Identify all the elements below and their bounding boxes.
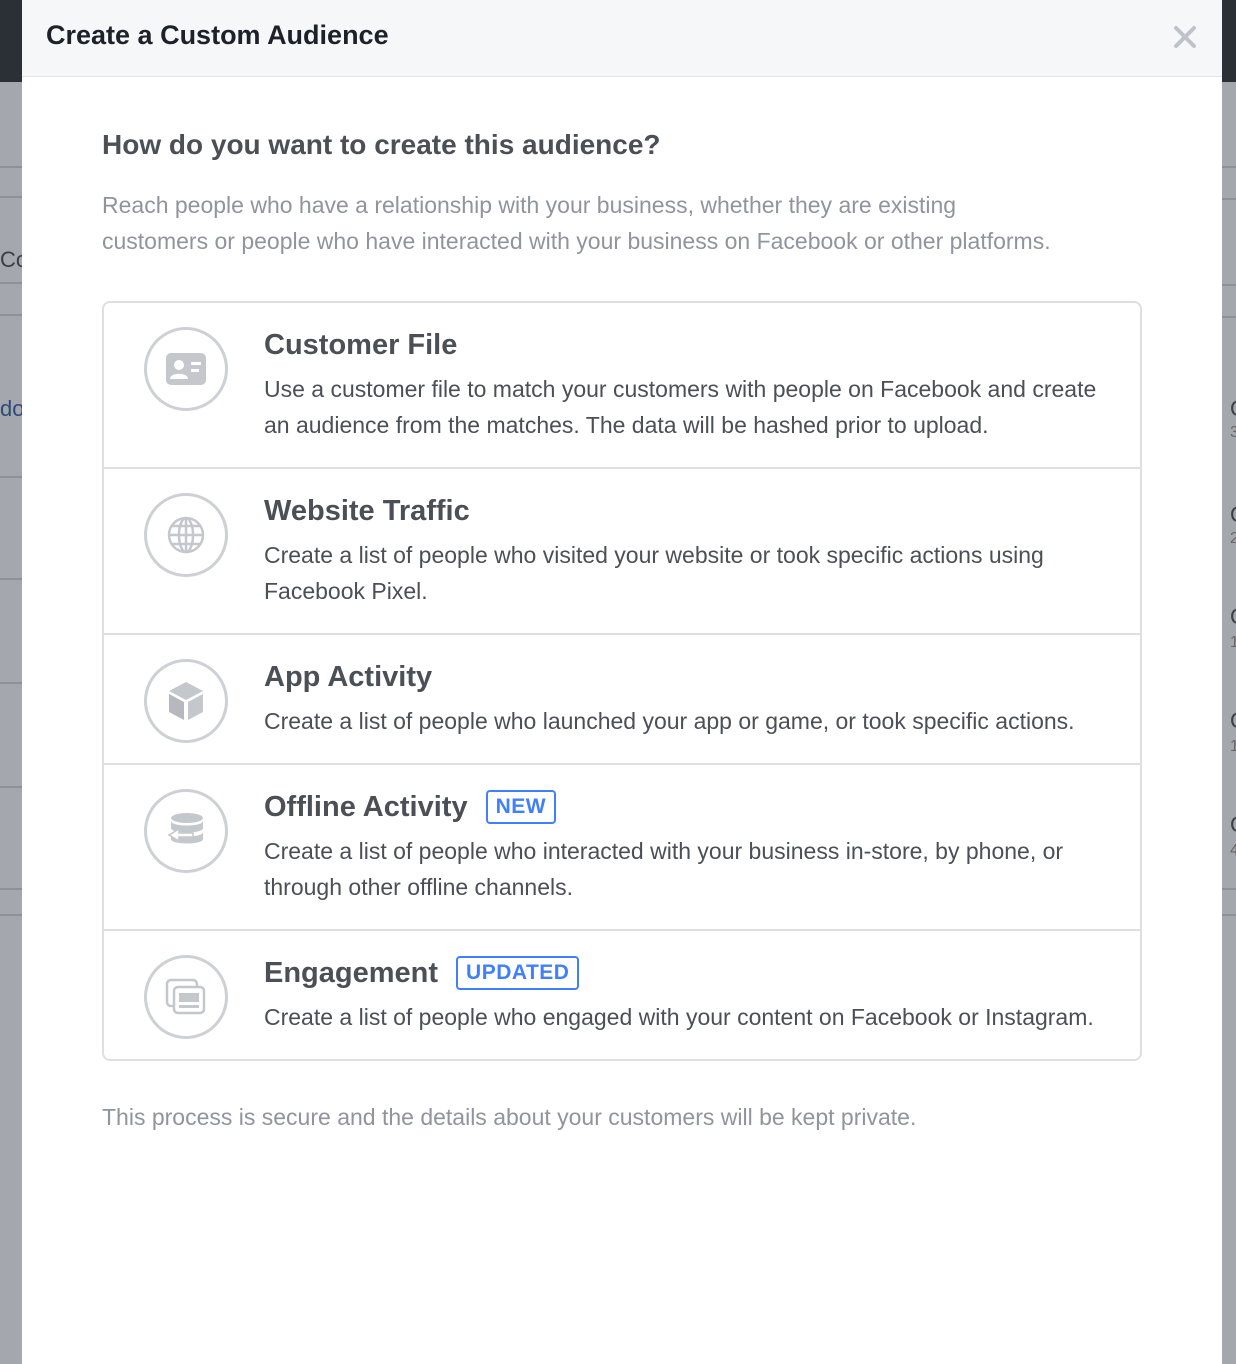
option-description: Create a list of people who interacted w… — [264, 838, 1064, 900]
background-text-fragment: C — [1230, 708, 1236, 734]
audience-type-list: Customer File Use a customer file to mat… — [102, 301, 1142, 1061]
new-badge: NEW — [485, 790, 557, 824]
option-title: Customer File — [264, 329, 458, 361]
option-customer-file[interactable]: Customer File Use a customer file to mat… — [104, 303, 1140, 467]
dialog-title: Create a Custom Audience — [46, 20, 389, 50]
background-text-fragment: C — [1230, 812, 1236, 838]
option-app-activity[interactable]: App Activity Create a list of people who… — [104, 633, 1140, 763]
globe-icon — [144, 493, 228, 577]
option-description: Create a list of people who visited your… — [264, 542, 1044, 604]
dialog-description: Reach people who have a relationship wit… — [102, 192, 1051, 254]
background-link-fragment: do — [0, 396, 25, 421]
option-description: Use a customer file to match your custom… — [264, 376, 1097, 438]
option-offline-activity[interactable]: Offline Activity NEW Create a list of pe… — [104, 763, 1140, 929]
option-title: Website Traffic — [264, 495, 470, 527]
option-website-traffic[interactable]: Website Traffic Create a list of people … — [104, 467, 1140, 633]
background-text-fragment: 1 — [1230, 634, 1236, 651]
background-left-strip: Co do — [0, 82, 28, 1364]
contact-card-icon — [144, 327, 228, 411]
option-title: Offline Activity — [264, 791, 468, 823]
background-text-fragment: C — [1230, 502, 1236, 528]
background-text-fragment: C — [1230, 396, 1236, 422]
option-title: App Activity — [264, 661, 433, 693]
close-icon[interactable] — [1170, 22, 1200, 52]
database-sync-icon — [144, 789, 228, 873]
cube-icon — [144, 659, 228, 743]
privacy-note: This process is secure and the details a… — [102, 1104, 917, 1130]
custom-audience-dialog: Create a Custom Audience How do you want… — [22, 0, 1222, 1364]
background-text-fragment: 1 — [1230, 738, 1236, 755]
updated-badge: UPDATED — [456, 956, 580, 990]
background-text-fragment: C — [1230, 604, 1236, 630]
option-description: Create a list of people who engaged with… — [264, 1004, 1094, 1030]
background-right-strip: C 3 C 2 C 1 C 1 C 4 — [1222, 0, 1236, 1364]
stacked-posts-icon — [144, 955, 228, 1039]
dialog-body: How do you want to create this audience?… — [22, 77, 1222, 1135]
dialog-question: How do you want to create this audience? — [102, 129, 661, 160]
background-text-fragment: 3 — [1230, 424, 1236, 441]
option-title: Engagement — [264, 957, 439, 989]
option-engagement[interactable]: Engagement UPDATED Create a list of peop… — [104, 929, 1140, 1059]
background-text-fragment: 2 — [1230, 530, 1236, 547]
background-text-fragment: 4 — [1230, 842, 1236, 859]
option-description: Create a list of people who launched you… — [264, 708, 1075, 734]
dialog-header: Create a Custom Audience — [22, 0, 1222, 77]
